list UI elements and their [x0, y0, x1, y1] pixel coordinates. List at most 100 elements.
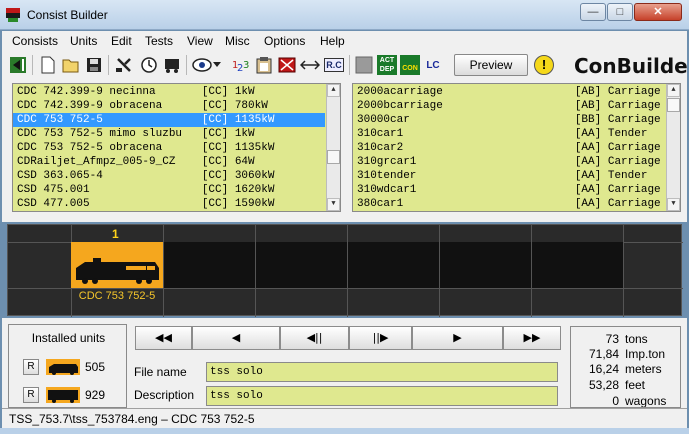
- nav-next-step-button[interactable]: ||▶: [349, 326, 412, 350]
- consist-stats-panel: 73 tons 71,84 Imp.ton 16,24 meters 53,28…: [570, 326, 681, 408]
- wagon-list-scrollbar[interactable]: ▲ ▼: [666, 84, 680, 211]
- file-name-label: File name: [134, 365, 187, 379]
- new-icon[interactable]: [37, 54, 59, 76]
- engine-list-scrollbar[interactable]: ▲ ▼: [326, 84, 340, 211]
- loco-count: 505: [85, 360, 106, 374]
- rc-icon[interactable]: R.C: [322, 54, 346, 76]
- navigation-row: ◀◀ ◀ ◀|| ||▶ ▶ ▶▶: [135, 326, 561, 350]
- menu-view[interactable]: View: [187, 34, 213, 48]
- scroll-thumb[interactable]: [327, 150, 340, 164]
- wagon-list-row[interactable]: 2000bcarriage [AB] Carriage: [353, 99, 665, 113]
- conbuilder-logo: ConBuilder: [574, 54, 689, 78]
- window-title: Consist Builder: [27, 8, 108, 22]
- wagon-unit-icon: [46, 387, 80, 403]
- warning-icon[interactable]: !: [533, 54, 555, 76]
- consist-strip[interactable]: 1 CDC 753 752-5: [7, 224, 683, 317]
- menu-tests[interactable]: Tests: [145, 34, 173, 48]
- file-name-input[interactable]: tss solo: [206, 362, 558, 382]
- menu-misc[interactable]: Misc: [225, 34, 250, 48]
- status-text: TSS_753.7\tss_753784.eng – CDC 753 752-5: [9, 412, 255, 426]
- wagon-list[interactable]: 2000acarriage [AB] Carriage 2000bcarriage…: [352, 83, 681, 212]
- engine-list-row[interactable]: CDC 742.399-9 obracena [CC] 780kW: [13, 99, 325, 113]
- scroll-down-icon[interactable]: ▼: [327, 198, 340, 211]
- engine-list-row[interactable]: CSD 475.001 [CC] 1620kW: [13, 183, 325, 197]
- close-button[interactable]: ✕: [634, 3, 682, 21]
- menu-units[interactable]: Units: [70, 34, 97, 48]
- tool-icon[interactable]: [113, 54, 135, 76]
- act-dep-icon[interactable]: ACT DEP: [376, 54, 398, 76]
- engine-list-row[interactable]: CDC 742.399-9 necinna [CC] 1kW: [13, 85, 325, 99]
- engine-list-row[interactable]: CSD 363.065-4 [CC] 3060kW: [13, 169, 325, 183]
- engine-list-row[interactable]: CDC 753 752-5 mimo sluzbu [CC] 1kW: [13, 127, 325, 141]
- wagon-list-row[interactable]: 30000car [BB] Carriage: [353, 113, 665, 127]
- engine-list-row[interactable]: CSD 477.005 [CC] 1590kW: [13, 197, 325, 211]
- wagon-list-row[interactable]: 310grcar1 [AA] Carriage: [353, 155, 665, 169]
- toolbar: 123 R.C ACT DEP CON LC Preview ! ConBuil…: [2, 51, 689, 80]
- import-icon[interactable]: [7, 54, 29, 76]
- consist-slot-1[interactable]: [71, 242, 163, 288]
- status-bar: TSS_753.7\tss_753784.eng – CDC 753 752-5: [2, 408, 687, 428]
- wagon-count: 929: [85, 388, 106, 402]
- reload-locos-button[interactable]: R: [23, 359, 39, 375]
- save-icon[interactable]: [83, 54, 105, 76]
- title-bar: Consist Builder — □ ✕: [0, 0, 689, 30]
- wagon-list-row[interactable]: 380car1 [AA] Carriage: [353, 197, 665, 211]
- preview-button[interactable]: Preview: [454, 54, 528, 76]
- wagon-list-row[interactable]: 310tender [AA] Tender: [353, 169, 665, 183]
- description-label: Description: [134, 388, 195, 402]
- stat-imp-value: 71,84: [588, 347, 619, 361]
- gray-square-icon[interactable]: [353, 54, 375, 76]
- nav-prev-step-button[interactable]: ◀||: [280, 326, 349, 350]
- slot-label: CDC 753 752-5: [78, 290, 156, 302]
- app-icon: [6, 8, 20, 22]
- minimize-button[interactable]: —: [580, 3, 606, 21]
- scroll-down-icon[interactable]: ▼: [667, 198, 680, 211]
- open-icon[interactable]: [60, 54, 82, 76]
- clipboard-icon[interactable]: [253, 54, 275, 76]
- description-input[interactable]: tss solo: [206, 386, 558, 406]
- svg-text:3: 3: [243, 60, 249, 71]
- con-icon[interactable]: CON: [399, 54, 421, 76]
- wagon-list-row[interactable]: 310car2 [AA] Carriage: [353, 141, 665, 155]
- scroll-thumb[interactable]: [667, 98, 680, 112]
- slot-number: 1: [112, 227, 119, 241]
- stat-feet-unit: feet: [625, 378, 646, 392]
- stop-icon[interactable]: [276, 54, 298, 76]
- stat-wagons-unit: wagons: [625, 394, 667, 407]
- engine-list-row[interactable]: CDC 753 752-5 obracena [CC] 1135kW: [13, 141, 325, 155]
- stat-meters-unit: meters: [625, 362, 662, 376]
- menu-bar: Consists Units Edit Tests View Misc Opti…: [2, 31, 687, 51]
- loco-unit-icon: [46, 359, 80, 375]
- engine-list-row[interactable]: CDC 753 752-5 [CC] 1135kW: [13, 113, 325, 127]
- reload-wagons-button[interactable]: R: [23, 387, 39, 403]
- number-icon[interactable]: 123: [230, 54, 252, 76]
- stat-imp-unit: Imp.ton: [625, 347, 666, 361]
- view-icon[interactable]: [191, 54, 213, 76]
- nav-next-button[interactable]: ▶: [412, 326, 503, 350]
- locomotive-icon: [75, 256, 159, 284]
- wagon-list-row[interactable]: 310wdcar1 [AA] Carriage: [353, 183, 665, 197]
- menu-options[interactable]: Options: [264, 34, 305, 48]
- nav-last-button[interactable]: ▶▶: [503, 326, 561, 350]
- wagon-list-row[interactable]: 2000acarriage [AB] Carriage: [353, 85, 665, 99]
- scroll-up-icon[interactable]: ▲: [667, 84, 680, 97]
- engine-list[interactable]: CDC 742.399-9 necinna [CC] 1kW CDC 742.39…: [12, 83, 341, 212]
- scroll-up-icon[interactable]: ▲: [327, 84, 340, 97]
- stat-wagons-value: 0: [612, 394, 619, 407]
- menu-edit[interactable]: Edit: [111, 34, 132, 48]
- maximize-button[interactable]: □: [607, 3, 633, 21]
- nav-first-button[interactable]: ◀◀: [135, 326, 192, 350]
- menu-help[interactable]: Help: [320, 34, 345, 48]
- stat-feet-value: 53,28: [588, 378, 619, 392]
- swap-icon[interactable]: [299, 54, 321, 76]
- nav-prev-button[interactable]: ◀: [192, 326, 280, 350]
- menu-consists[interactable]: Consists: [12, 34, 58, 48]
- dropdown-icon[interactable]: [211, 54, 223, 76]
- stat-tons-unit: tons: [625, 332, 648, 346]
- stat-meters-value: 16,24: [588, 362, 619, 376]
- engine-list-row[interactable]: CDRailjet_Afmpz_005-9_CZ [CC] 64W: [13, 155, 325, 169]
- wagon-icon[interactable]: [161, 54, 183, 76]
- lc-icon[interactable]: LC: [422, 54, 444, 76]
- clock-icon[interactable]: [138, 54, 160, 76]
- wagon-list-row[interactable]: 310car1 [AA] Tender: [353, 127, 665, 141]
